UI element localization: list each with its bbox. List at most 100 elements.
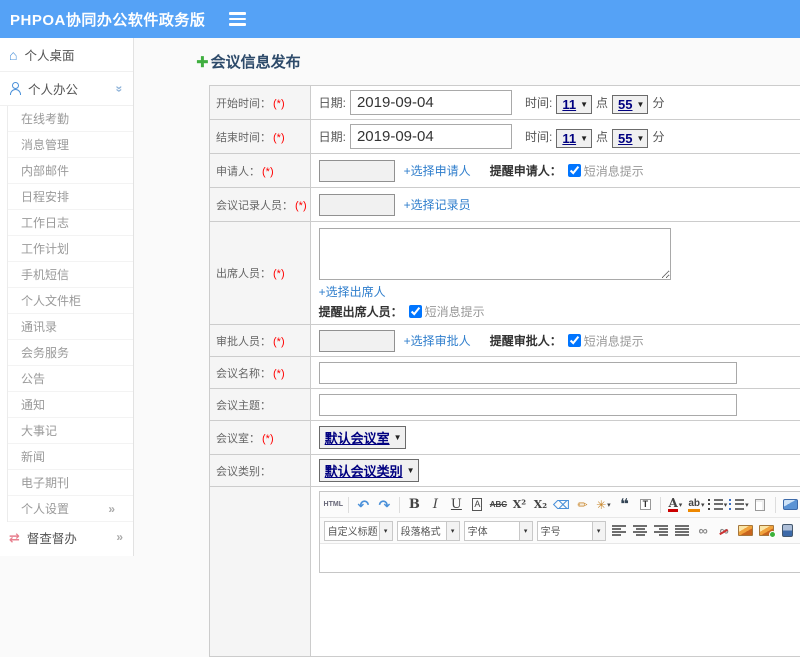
custom-title-select[interactable]: 自定义标题 ▾ [323,520,393,541]
ordered-list-button[interactable]: ▾ [707,495,727,515]
select-recorder-link[interactable]: +选择记录员 [404,198,471,212]
paragraph-format-select[interactable]: 段落格式 ▾ [396,520,460,541]
end-hour-select[interactable]: 11 ▼ [556,128,593,148]
subscript-icon: X₂ [533,498,548,511]
meeting-topic-input[interactable] [318,393,737,416]
sms-remind-checkbox[interactable] [567,334,581,347]
chevron-down-icon: ▼ [636,133,645,143]
sidebar-submenu: 在线考勤 消息管理 内部邮件 日程安排 工作日志 工作计划手机短信个人文件柜 通讯录 会务服务… [7,106,133,522]
editor-content-area[interactable] [319,544,800,572]
undo-button[interactable]: ↶ [354,495,373,515]
applicant-input[interactable] [318,159,395,182]
autotypeset-button[interactable]: ✳ ▾ [594,495,613,515]
sidebar-subitem-label: 手机短信 [21,268,70,282]
image-button[interactable] [736,521,755,541]
redo-button[interactable]: ↷ [375,495,394,515]
font-color-button[interactable]: A ▾ [666,495,685,515]
sidebar-subitem[interactable]: 通讯录 [8,314,133,340]
sms-remind-checkbox[interactable] [567,164,581,177]
blockquote-button[interactable]: ❝ [615,495,634,515]
font-size-select[interactable]: 字号 ▾ [536,520,606,541]
subscript-button[interactable]: X₂ [531,495,550,515]
select-approver-link[interactable]: +选择审批人 [404,334,471,348]
paste-text-button[interactable]: T [636,495,655,515]
align-right-icon [654,525,669,536]
required-mark: (*) [273,367,285,380]
unlink-button[interactable]: ∞ [715,521,734,541]
select-attendees-link[interactable]: +选择出席人 [319,285,386,299]
fullscreen-button[interactable] [781,495,800,515]
superscript-button[interactable]: X² [510,495,529,515]
media-button[interactable] [778,521,797,541]
select-applicant-link[interactable]: +选择申请人 [404,164,471,178]
start-hour-select[interactable]: 11 ▼ [556,94,593,114]
html-source-icon: HTML [323,501,343,508]
sidebar-subitem[interactable]: 个人文件柜 [8,288,133,314]
required-mark: (*) [262,165,274,178]
sidebar-subitem[interactable]: 通知 [8,392,133,418]
sidebar-subitem[interactable]: 日程安排 [8,184,133,210]
strikethrough-button[interactable]: ABC [489,495,508,515]
required-mark: (*) [273,97,285,110]
media-icon [781,524,793,537]
sidebar-subitem[interactable]: 电子期刊 [8,470,133,496]
format-brush-button[interactable]: ✏ [573,495,592,515]
sidebar-subitem[interactable]: 内部邮件 [8,158,133,184]
bordered-text-button[interactable]: A [468,495,487,515]
sidebar-subitem[interactable]: 手机短信 [8,262,133,288]
sidebar-subitem-label: 公告 [21,372,46,386]
approver-input[interactable] [318,329,395,352]
chevron-down-icon: ▼ [393,433,402,442]
sidebar-subitem-label: 电子期刊 [21,476,70,490]
recorder-input[interactable] [318,193,395,216]
bordered-text-icon: A [472,498,483,511]
sidebar-item-desktop[interactable]: ⌂ 个人桌面 [0,38,133,72]
eraser-button[interactable]: ⌫ [552,495,571,515]
sidebar-subitem[interactable]: 个人设置 » [8,496,133,522]
sidebar-subitem[interactable]: 在线考勤 [8,106,133,132]
html-source-button[interactable]: HTML [324,495,343,515]
sms-remind-label: 短消息提示 [583,334,644,348]
sidebar-subitem[interactable]: 新闻 [8,444,133,470]
attendees-textarea[interactable] [318,228,671,280]
autotypeset-icon: ✳ [596,497,607,512]
meeting-room-select[interactable]: 默认会议室 ▼ [318,426,406,449]
align-left-button[interactable] [610,521,629,541]
sidebar-subitem[interactable]: 公告 [8,366,133,392]
hamburger-menu-icon[interactable] [229,12,247,26]
align-right-button[interactable] [652,521,671,541]
start-minute-select[interactable]: 55 ▼ [612,94,649,114]
end-minute-select[interactable]: 55 ▼ [612,128,649,148]
bold-button[interactable]: B [405,495,424,515]
meeting-topic-label: 会议主题： [216,399,271,412]
underline-button[interactable]: U [447,495,466,515]
sidebar-subitem[interactable]: 大事记 [8,418,133,444]
link-button[interactable]: ∞ [694,521,713,541]
sidebar-subitem[interactable]: 工作日志 [8,210,133,236]
unordered-list-icon [729,499,745,510]
sidebar-item-personal-office[interactable]: 个人办公 » [0,72,133,106]
hour-value: 11 [562,130,577,146]
align-center-button[interactable] [631,521,650,541]
sidebar-subitem[interactable]: 会务服务 [8,340,133,366]
italic-button[interactable]: I [426,495,445,515]
main-content: ✚ 会议信息发布 开始时间：(*) 日期: 时间:11▼点55▼分 结束时间：(… [135,38,800,657]
insert-picture-button[interactable] [757,521,776,541]
required-mark: (*) [262,432,274,445]
align-justify-button[interactable] [673,521,692,541]
combo-label: 自定义标题 [327,527,378,538]
sms-remind-checkbox[interactable] [408,305,422,318]
toolbar-separator [774,496,776,513]
sidebar-subitem[interactable]: 工作计划 [8,236,133,262]
sidebar-subitem[interactable]: 消息管理 [8,132,133,158]
page-title: 会议信息发布 [210,54,301,71]
unordered-list-button[interactable]: ▾ [729,495,749,515]
font-family-select[interactable]: 字体 ▾ [463,520,533,541]
sidebar-item-supervision[interactable]: ⇄ 督查督办 » [0,522,133,552]
new-page-button[interactable] [751,495,770,515]
start-date-input[interactable] [349,90,512,115]
meeting-name-input[interactable] [318,361,737,384]
meeting-category-select[interactable]: 默认会议类别 ▼ [318,459,419,482]
highlight-color-button[interactable]: ab ▾ [687,495,706,515]
end-date-input[interactable] [349,124,512,149]
